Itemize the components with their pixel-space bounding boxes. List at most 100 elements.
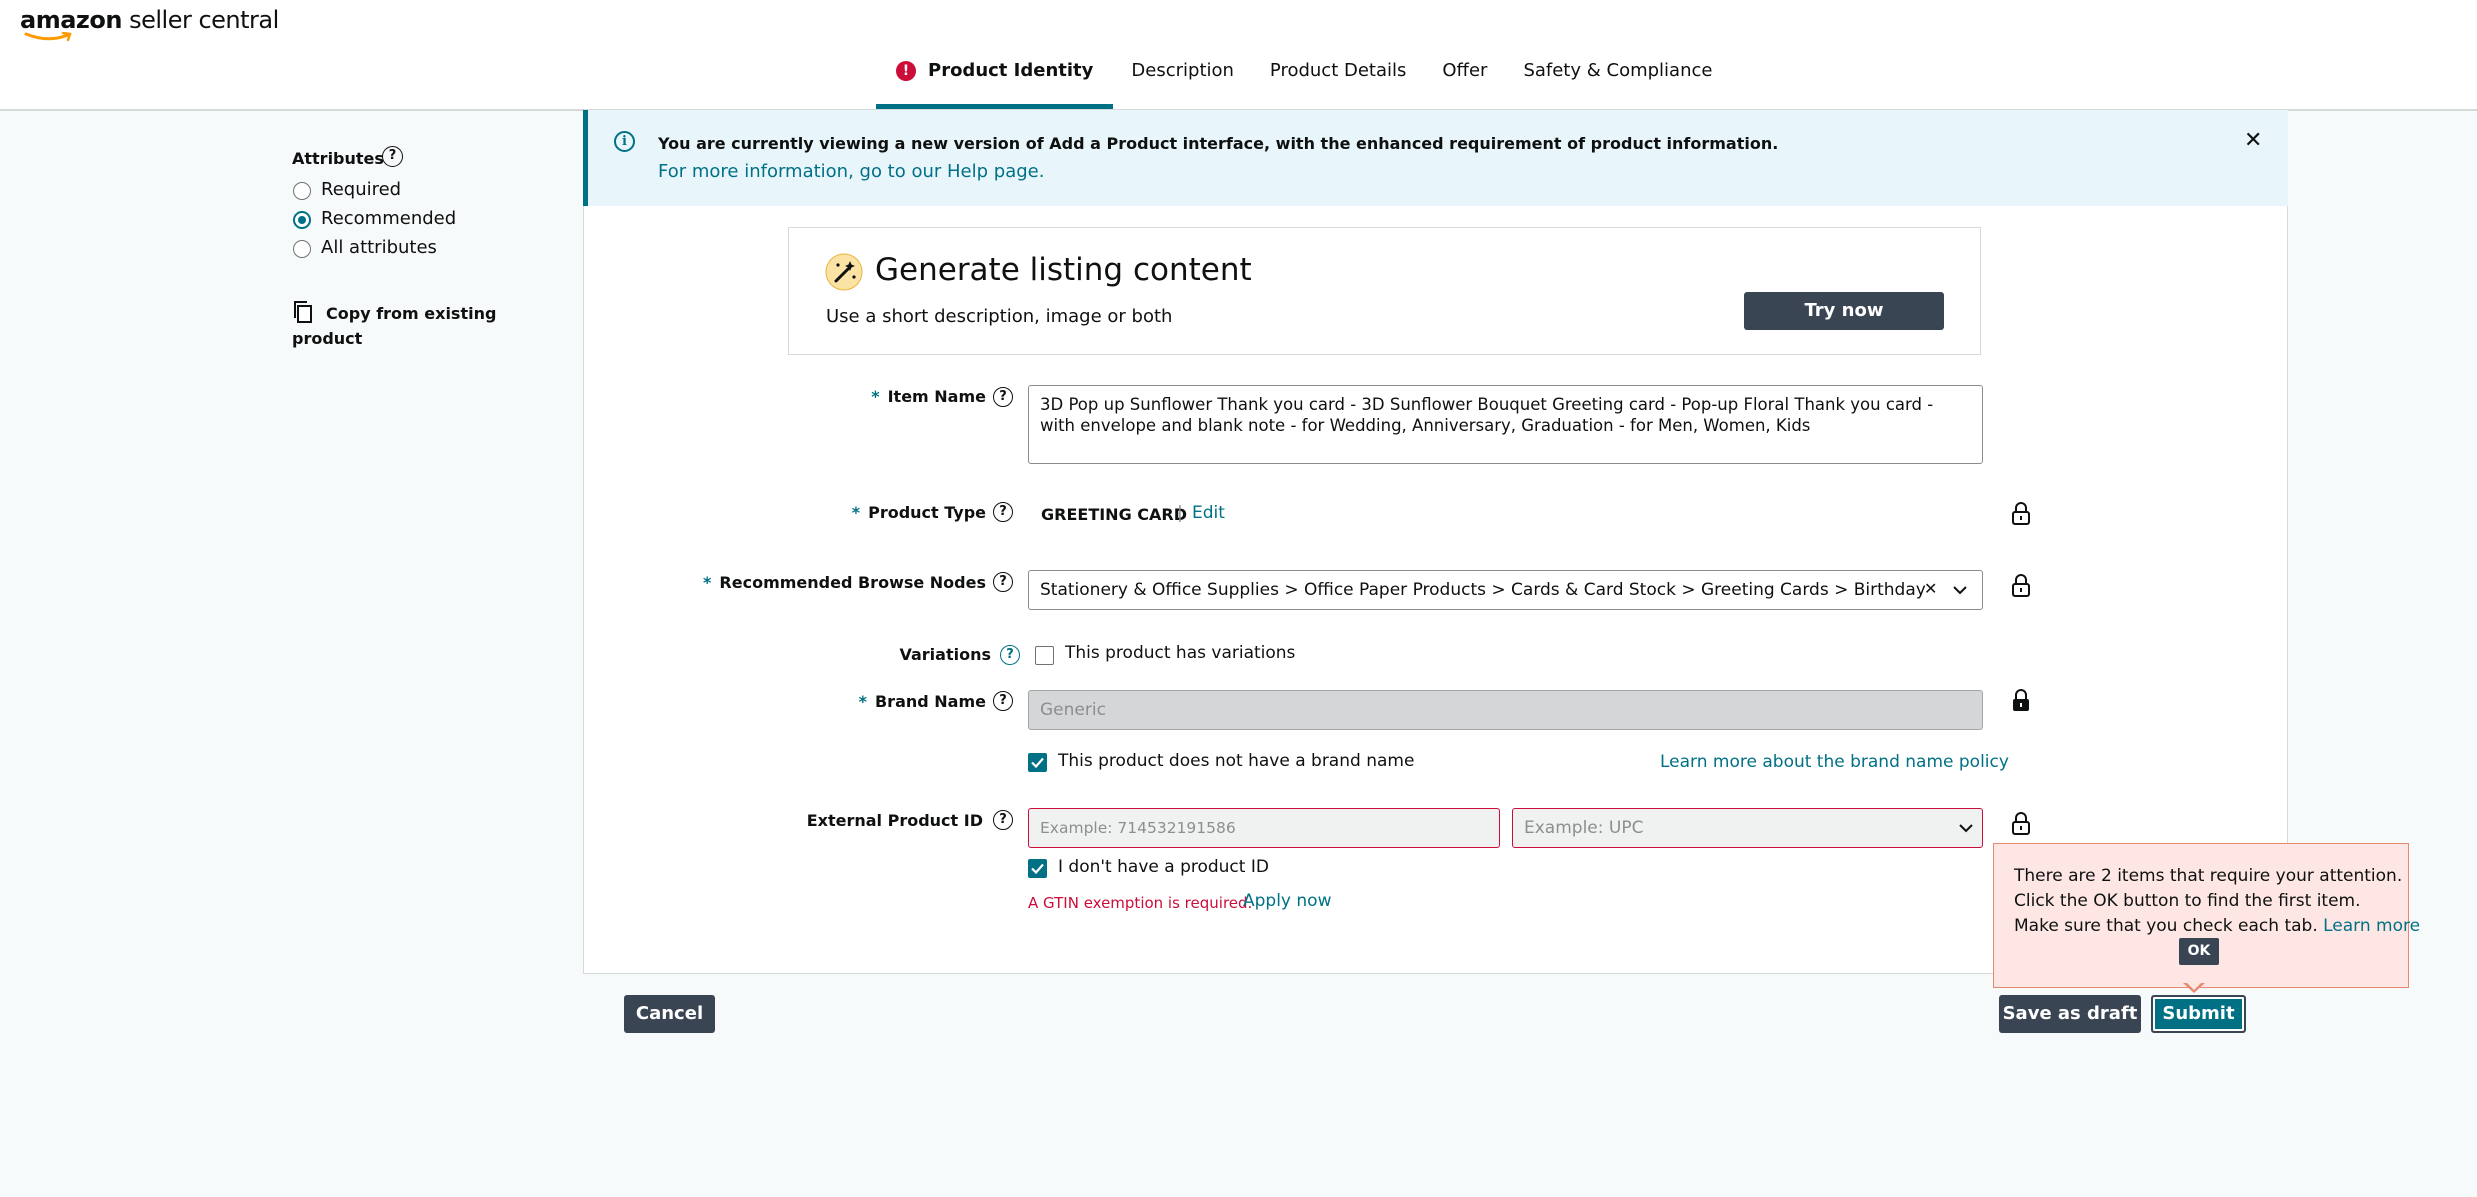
- product-type-label-text: Product Type: [868, 503, 986, 522]
- external-id-placeholder: Example: 714532191586: [1040, 819, 1236, 837]
- tab-label: Product Details: [1269, 60, 1407, 81]
- gtin-error-text: A GTIN exemption is required.: [1028, 894, 1253, 912]
- brand-name-label-text: Brand Name: [874, 692, 986, 711]
- generate-title: Generate listing content: [875, 252, 1252, 288]
- tab-safety-compliance[interactable]: Safety & Compliance: [1505, 56, 1730, 109]
- popup-line3-text: Make sure that you check each tab.: [2014, 916, 2318, 936]
- tab-product-details[interactable]: Product Details: [1252, 56, 1424, 109]
- info-icon: i: [614, 131, 635, 152]
- no-product-id-label[interactable]: I don't have a product ID: [1058, 857, 1269, 877]
- copy-label-line2: product: [292, 329, 363, 348]
- radio-all-attributes-label[interactable]: All attributes: [321, 237, 437, 258]
- popup-line2: Click the OK button to find the first it…: [2014, 891, 2361, 911]
- required-marker: *: [851, 503, 861, 522]
- radio-required-label[interactable]: Required: [321, 179, 401, 200]
- clear-icon[interactable]: ✕: [1924, 579, 1937, 598]
- tab-label: Safety & Compliance: [1523, 60, 1713, 81]
- external-id-type-select[interactable]: Example: UPC: [1512, 808, 1983, 848]
- browse-nodes-help-icon[interactable]: ?: [993, 572, 1013, 592]
- variations-help-icon[interactable]: ?: [1000, 645, 1020, 665]
- variations-checkbox[interactable]: [1035, 646, 1054, 665]
- close-icon[interactable]: ✕: [2244, 128, 2262, 153]
- tab-offer[interactable]: Offer: [1424, 56, 1505, 109]
- generate-listing-card: Generate listing content Use a short des…: [788, 227, 1981, 355]
- copy-label-line1: Copy from existing: [326, 304, 497, 323]
- brand-name-help-icon[interactable]: ?: [993, 691, 1013, 711]
- browse-nodes-value: Stationery & Office Supplies > Office Pa…: [1040, 580, 1926, 600]
- no-product-id-checkbox[interactable]: [1028, 859, 1047, 878]
- chevron-down-icon[interactable]: [1953, 585, 1967, 595]
- radio-recommended-label[interactable]: Recommended: [321, 208, 456, 229]
- external-id-type-placeholder: Example: UPC: [1524, 818, 1644, 838]
- external-id-label: External Product ID: [806, 811, 983, 830]
- popup-pointer-fill: [2185, 981, 2203, 990]
- brand-name-input: Generic: [1028, 690, 1983, 730]
- error-icon: !: [896, 61, 916, 81]
- lock-open-icon: [2012, 502, 2030, 525]
- logo-suffix: seller central: [129, 6, 279, 34]
- product-type-separator: |: [1177, 503, 1183, 523]
- submit-button[interactable]: Submit: [2151, 995, 2246, 1033]
- amazon-smile-icon: [24, 32, 72, 42]
- checkmark-icon: [1031, 863, 1044, 875]
- popup-line1: There are 2 items that require your atte…: [2014, 866, 2403, 886]
- product-type-edit-link[interactable]: Edit: [1192, 503, 1225, 523]
- popup-line3: Make sure that you check each tab. Learn…: [2014, 914, 2420, 939]
- info-banner: i You are currently viewing a new versio…: [583, 110, 2288, 206]
- item-name-help-icon[interactable]: ?: [993, 387, 1013, 407]
- seller-central-logo[interactable]: amazon seller central: [20, 6, 279, 42]
- attributes-title: Attributes: [292, 149, 384, 168]
- required-marker: *: [858, 692, 867, 711]
- lock-open-icon: [2012, 812, 2030, 835]
- radio-recommended[interactable]: [293, 211, 311, 229]
- item-name-label-text: Item Name: [887, 387, 986, 406]
- magic-wand-icon: [825, 253, 863, 291]
- no-brand-label[interactable]: This product does not have a brand name: [1058, 751, 1414, 771]
- tab-product-identity[interactable]: ! Product Identity: [876, 56, 1114, 109]
- help-page-link[interactable]: For more information, go to our Help pag…: [658, 161, 1044, 182]
- top-bar: amazon seller central ! Product Identity …: [0, 0, 2477, 111]
- popup-learn-more-link[interactable]: Learn more: [2323, 916, 2420, 936]
- brand-name-placeholder: Generic: [1040, 700, 1106, 720]
- product-type-help-icon[interactable]: ?: [993, 502, 1013, 522]
- tab-label: Product Identity: [928, 60, 1094, 81]
- no-brand-checkbox[interactable]: [1028, 753, 1047, 772]
- checkmark-icon: [1031, 757, 1044, 769]
- external-id-help-icon[interactable]: ?: [993, 810, 1013, 830]
- banner-message: You are currently viewing a new version …: [658, 134, 1779, 153]
- popup-message: There are 2 items that require your atte…: [2014, 864, 2420, 939]
- tab-description[interactable]: Description: [1113, 56, 1252, 109]
- try-now-button[interactable]: Try now: [1744, 292, 1944, 330]
- copy-icon: [294, 301, 312, 323]
- lock-closed-icon: [2013, 689, 2029, 711]
- product-type-value: GREETING CARD: [1041, 505, 1187, 524]
- save-draft-button[interactable]: Save as draft: [1999, 995, 2141, 1033]
- variations-checkbox-label[interactable]: This product has variations: [1065, 643, 1295, 663]
- apply-now-link[interactable]: Apply now: [1243, 891, 1331, 911]
- generate-subtitle: Use a short description, image or both: [826, 306, 1173, 327]
- external-id-input[interactable]: Example: 714532191586: [1028, 808, 1500, 848]
- tab-label: Description: [1131, 60, 1234, 81]
- lock-open-icon: [2012, 574, 2030, 597]
- tab-bar: ! Product Identity Description Product De…: [876, 56, 1730, 109]
- logo-brand: amazon: [20, 6, 122, 34]
- required-marker: *: [703, 573, 712, 592]
- radio-required[interactable]: [293, 182, 311, 200]
- tab-label: Offer: [1442, 60, 1488, 81]
- browse-nodes-label-text: Recommended Browse Nodes: [719, 573, 986, 592]
- required-marker: *: [871, 387, 880, 406]
- attention-popup: There are 2 items that require your atte…: [1993, 843, 2420, 993]
- attributes-title-text: Attributes: [292, 149, 384, 168]
- variations-label: Variations: [899, 645, 991, 664]
- attributes-help-icon[interactable]: ?: [382, 146, 403, 167]
- browse-nodes-select[interactable]: Stationery & Office Supplies > Office Pa…: [1028, 570, 1983, 610]
- brand-policy-link[interactable]: Learn more about the brand name policy: [1660, 752, 2009, 772]
- item-name-label: * Item Name: [871, 387, 986, 406]
- cancel-button[interactable]: Cancel: [624, 995, 715, 1033]
- brand-name-label: * Brand Name: [859, 692, 986, 711]
- product-type-label: * Product Type: [852, 503, 986, 522]
- radio-all-attributes[interactable]: [293, 240, 311, 258]
- popup-ok-button[interactable]: OK: [2179, 938, 2219, 965]
- chevron-down-icon[interactable]: [1959, 823, 1973, 833]
- item-name-textarea[interactable]: 3D Pop up Sunflower Thank you card - 3D …: [1028, 385, 1983, 464]
